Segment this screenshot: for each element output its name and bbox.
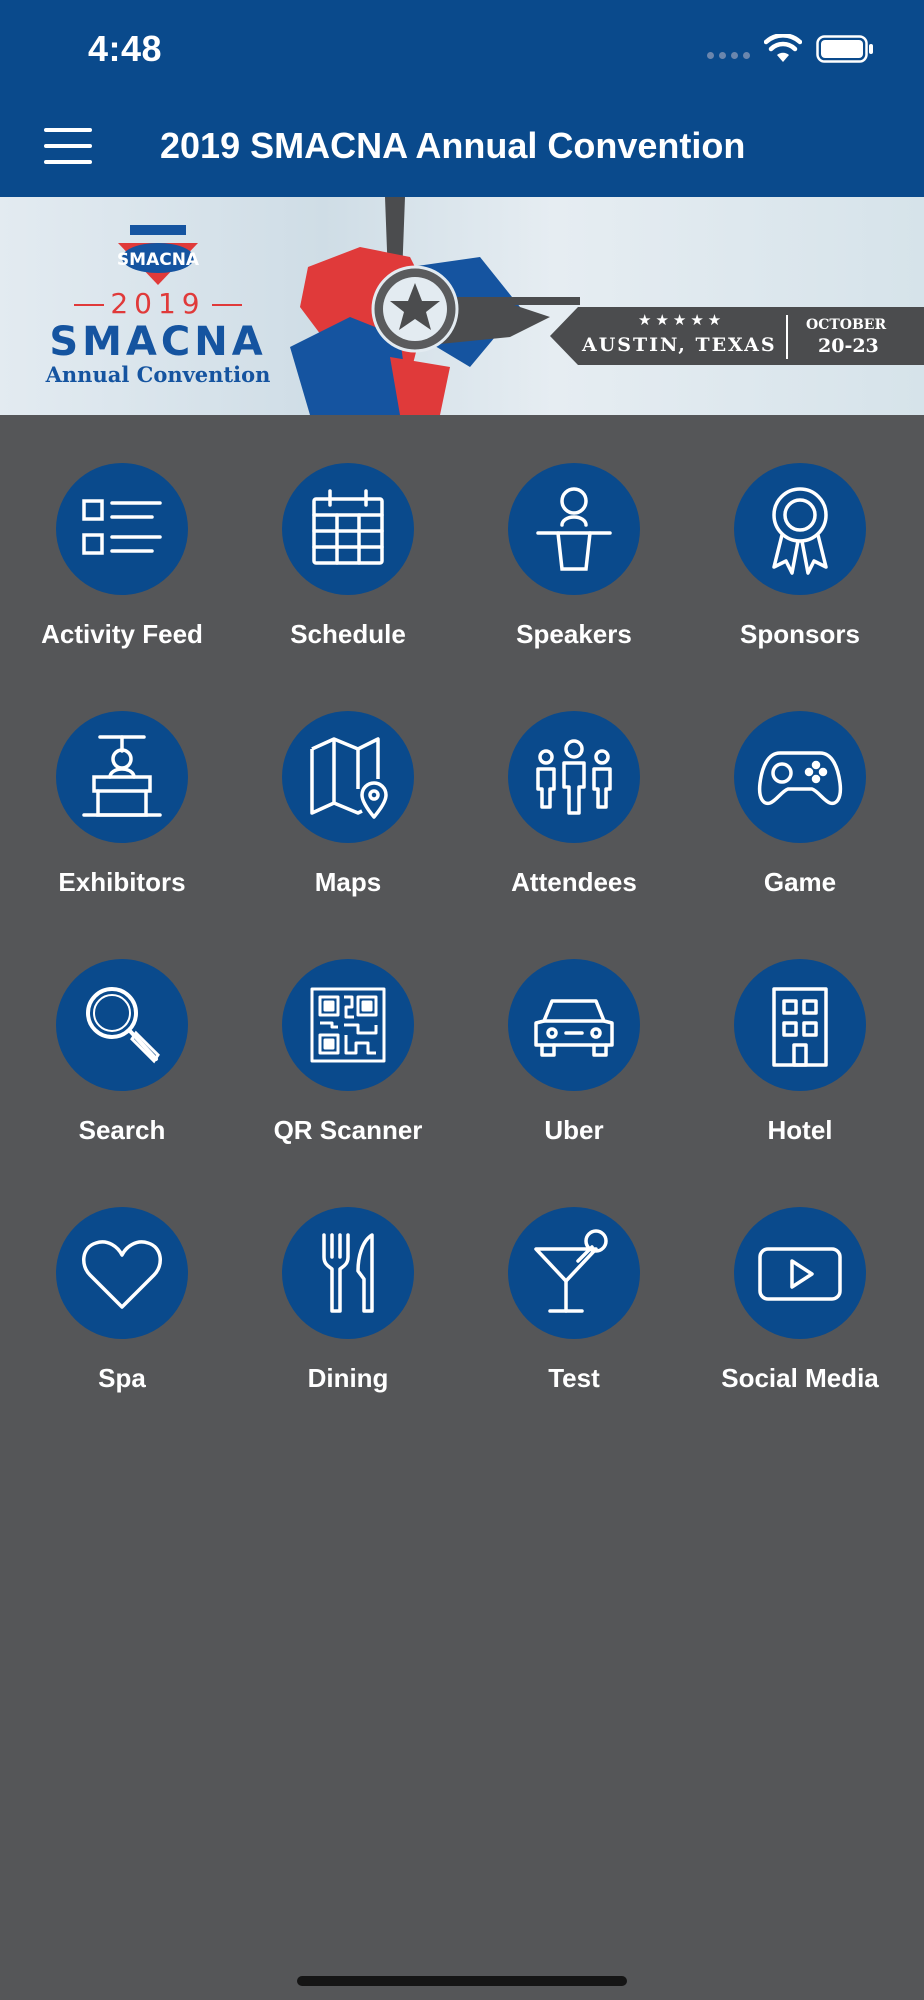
grid-label: Exhibitors — [58, 867, 186, 897]
speakers-circle — [508, 463, 640, 595]
youtube-icon — [758, 1247, 842, 1301]
building-icon — [772, 987, 828, 1067]
home-indicator[interactable] — [297, 1976, 627, 1986]
sponsors-circle — [734, 463, 866, 595]
checklist-icon — [82, 499, 162, 555]
ribbon-icon — [772, 487, 828, 575]
grid-label: Speakers — [516, 619, 632, 649]
grid-label: Maps — [314, 867, 382, 897]
grid-item-exhibitors[interactable]: Exhibitors — [9, 711, 235, 898]
maps-circle — [282, 711, 414, 843]
grid-item-search[interactable]: Search — [9, 959, 235, 1146]
grid-label: Uber — [544, 1115, 604, 1145]
car-icon — [534, 999, 614, 1057]
uber-circle — [508, 959, 640, 1091]
hamburger-icon — [44, 128, 92, 132]
badge-month: OCTOBER — [806, 317, 887, 333]
battery-icon — [816, 35, 873, 63]
heart-icon — [82, 1240, 162, 1309]
hotel-circle — [734, 959, 866, 1091]
status-bar: 4:48 — [0, 0, 924, 100]
grid-item-social-media[interactable]: Social Media — [687, 1207, 913, 1394]
banner-year: 2019 — [38, 287, 278, 320]
banner-name: SMACNA — [49, 319, 267, 365]
exhibitors-circle — [56, 711, 188, 843]
app-title: 2019 SMACNA Annual Convention — [160, 125, 746, 166]
badge-city: AUSTIN, TEXAS — [582, 334, 777, 356]
grid-label: Spa — [98, 1363, 146, 1393]
qr-code-icon — [310, 987, 386, 1063]
gamepad-icon — [757, 751, 843, 806]
fork-knife-icon — [322, 1233, 374, 1313]
grid-label: Schedule — [290, 619, 406, 649]
app-bar: 2019 SMACNA Annual Convention — [0, 100, 924, 197]
badge-dates: 20-23 — [818, 335, 879, 357]
grid-label: Sponsors — [740, 619, 860, 649]
activity-feed-circle — [56, 463, 188, 595]
grid-item-sponsors[interactable]: Sponsors — [687, 463, 913, 650]
grid-item-speakers[interactable]: Speakers — [461, 463, 687, 650]
podium-icon — [536, 487, 612, 571]
grid-item-spa[interactable]: Spa — [9, 1207, 235, 1394]
grid-label: Attendees — [511, 867, 637, 897]
grid-item-hotel[interactable]: Hotel — [687, 959, 913, 1146]
search-icon — [86, 987, 160, 1064]
qr-scanner-circle — [282, 959, 414, 1091]
location-badge: ★★★★★ AUSTIN, TEXAS OCTOBER 20-23 — [550, 307, 924, 365]
status-time: 4:48 — [88, 28, 163, 69]
grid-label: Hotel — [767, 1115, 833, 1145]
dining-circle — [282, 1207, 414, 1339]
grid-label: QR Scanner — [273, 1115, 423, 1145]
menu-button[interactable] — [44, 128, 94, 168]
grid-item-activity-feed[interactable]: Activity Feed — [9, 463, 235, 650]
badge-divider — [786, 315, 788, 359]
grid-item-schedule[interactable]: Schedule — [235, 463, 461, 650]
texas-skyline-art — [290, 197, 580, 415]
search-circle — [56, 959, 188, 1091]
smacna-emblem: SMACNA — [117, 225, 200, 285]
test-circle — [508, 1207, 640, 1339]
grid-label: Social Media — [721, 1363, 879, 1393]
grid-item-uber[interactable]: Uber — [461, 959, 687, 1146]
grid-label: Activity Feed — [41, 619, 203, 649]
event-banner: SMACNA 2019 SMACNA Annual Convention ★★★… — [0, 197, 924, 415]
attendees-circle — [508, 711, 640, 843]
social-media-circle — [734, 1207, 866, 1339]
grid-label: Dining — [307, 1363, 389, 1393]
game-circle — [734, 711, 866, 843]
grid-label: Test — [548, 1363, 600, 1393]
cocktail-icon — [534, 1229, 608, 1313]
map-pin-icon — [310, 737, 388, 819]
grid-item-maps[interactable]: Maps — [235, 711, 461, 898]
booth-icon — [82, 735, 162, 817]
grid-item-dining[interactable]: Dining — [235, 1207, 461, 1394]
grid-label: Search — [78, 1115, 166, 1145]
svg-text:SMACNA: SMACNA — [117, 250, 200, 270]
banner-subtitle: Annual Convention — [45, 362, 271, 387]
grid-label: Game — [763, 867, 837, 897]
signal-icon — [707, 51, 750, 59]
calendar-icon — [312, 489, 384, 565]
grid-item-test[interactable]: Test — [461, 1207, 687, 1394]
status-icons — [707, 34, 874, 64]
grid-item-attendees[interactable]: Attendees — [461, 711, 687, 898]
grid-item-qr-scanner[interactable]: QR Scanner — [235, 959, 461, 1146]
smacna-logo: SMACNA 2019 SMACNA Annual Convention — [38, 225, 278, 387]
people-icon — [536, 739, 612, 815]
rating-stars: ★★★★★ — [638, 312, 726, 329]
spa-circle — [56, 1207, 188, 1339]
wifi-icon — [764, 34, 802, 62]
schedule-circle — [282, 463, 414, 595]
grid-item-game[interactable]: Game — [687, 711, 913, 898]
